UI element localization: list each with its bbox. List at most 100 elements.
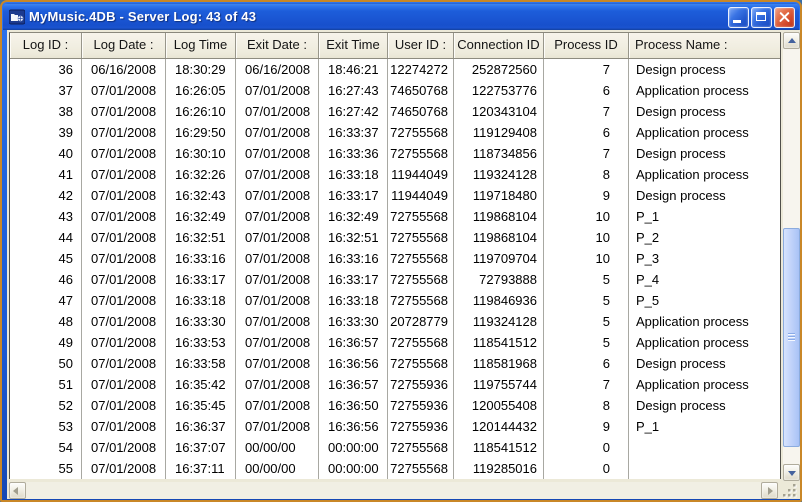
table-cell: 07/01/2008 bbox=[236, 80, 319, 101]
caption-buttons bbox=[728, 7, 795, 28]
database-app-icon[interactable] bbox=[9, 9, 25, 25]
scroll-left-button[interactable] bbox=[9, 482, 26, 499]
table-cell: 72755568 bbox=[388, 437, 454, 458]
table-cell: 06/16/2008 bbox=[236, 59, 319, 80]
table-cell: 07/01/2008 bbox=[82, 311, 166, 332]
close-icon[interactable] bbox=[774, 7, 795, 28]
table-cell: 41 bbox=[10, 164, 82, 185]
table-cell: 5 bbox=[544, 332, 629, 353]
table-cell: 119868104 bbox=[454, 206, 544, 227]
table-row[interactable]: 5407/01/200816:37:0700/00/0000:00:007275… bbox=[10, 437, 780, 458]
table-cell: 16:35:45 bbox=[166, 395, 236, 416]
table-row[interactable]: 4107/01/200816:32:2607/01/200816:33:1811… bbox=[10, 164, 780, 185]
table-cell: 16:36:50 bbox=[319, 395, 388, 416]
table-row[interactable]: 4007/01/200816:30:1007/01/200816:33:3672… bbox=[10, 143, 780, 164]
table-cell: Application process bbox=[629, 374, 780, 395]
table-cell: 16:36:57 bbox=[319, 332, 388, 353]
table-cell: 07/01/2008 bbox=[82, 332, 166, 353]
table-cell: 10 bbox=[544, 227, 629, 248]
table-cell: 119324128 bbox=[454, 164, 544, 185]
table-cell: 55 bbox=[10, 458, 82, 479]
table-cell: 16:33:37 bbox=[319, 122, 388, 143]
column-header-log-date[interactable]: Log Date : bbox=[82, 33, 166, 58]
table-cell: Application process bbox=[629, 164, 780, 185]
resize-grip-icon[interactable] bbox=[781, 482, 800, 499]
table-row[interactable]: 5007/01/200816:33:5807/01/200816:36:5672… bbox=[10, 353, 780, 374]
table-row[interactable]: 3707/01/200816:26:0507/01/200816:27:4374… bbox=[10, 80, 780, 101]
vertical-scrollbar[interactable] bbox=[783, 32, 800, 481]
table-row[interactable]: 3907/01/200816:29:5007/01/200816:33:3772… bbox=[10, 122, 780, 143]
table-cell: 46 bbox=[10, 269, 82, 290]
column-header-log-id[interactable]: Log ID : bbox=[10, 33, 82, 58]
table-cell: 07/01/2008 bbox=[82, 269, 166, 290]
table-row[interactable]: 4607/01/200816:33:1707/01/200816:33:1772… bbox=[10, 269, 780, 290]
table-cell: 72755568 bbox=[388, 122, 454, 143]
table-cell: 118734856 bbox=[454, 143, 544, 164]
scroll-up-button[interactable] bbox=[783, 32, 800, 49]
table-header-row: Log ID :Log Date :Log TimeExit Date :Exi… bbox=[10, 33, 780, 59]
table-row[interactable]: 4707/01/200816:33:1807/01/200816:33:1872… bbox=[10, 290, 780, 311]
table-cell: 5 bbox=[544, 290, 629, 311]
table-cell: 16:36:56 bbox=[319, 353, 388, 374]
table-cell: 45 bbox=[10, 248, 82, 269]
table-row[interactable]: 4207/01/200816:32:4307/01/200816:33:1711… bbox=[10, 185, 780, 206]
table-cell: 16:32:51 bbox=[166, 227, 236, 248]
table-cell: 5 bbox=[544, 311, 629, 332]
table-cell: 07/01/2008 bbox=[236, 290, 319, 311]
scroll-right-button[interactable] bbox=[761, 482, 778, 499]
table-row[interactable]: 5207/01/200816:35:4507/01/200816:36:5072… bbox=[10, 395, 780, 416]
horizontal-scrollbar[interactable] bbox=[9, 482, 778, 499]
table-cell: 16:32:43 bbox=[166, 185, 236, 206]
table-row[interactable]: 3606/16/200818:30:2906/16/200818:46:2112… bbox=[10, 59, 780, 80]
table-row[interactable]: 4807/01/200816:33:3007/01/200816:33:3020… bbox=[10, 311, 780, 332]
table-cell: 07/01/2008 bbox=[236, 395, 319, 416]
column-header-log-time[interactable]: Log Time bbox=[166, 33, 236, 58]
table-cell: P_2 bbox=[629, 227, 780, 248]
table-cell: 37 bbox=[10, 80, 82, 101]
table-cell: 118541512 bbox=[454, 332, 544, 353]
table-row[interactable]: 4907/01/200816:33:5307/01/200816:36:5772… bbox=[10, 332, 780, 353]
scroll-down-button[interactable] bbox=[783, 464, 800, 481]
column-header-process-name[interactable]: Process Name : bbox=[629, 33, 780, 58]
table-cell: 120144432 bbox=[454, 416, 544, 437]
maximize-glyph bbox=[756, 12, 766, 21]
chevron-down-icon bbox=[788, 471, 796, 476]
table-cell: 119709704 bbox=[454, 248, 544, 269]
table-cell: 16:33:17 bbox=[319, 269, 388, 290]
table-row[interactable]: 5507/01/200816:37:1100/00/0000:00:007275… bbox=[10, 458, 780, 479]
table-cell: 16:37:07 bbox=[166, 437, 236, 458]
table-cell: 16:36:56 bbox=[319, 416, 388, 437]
table-cell: 07/01/2008 bbox=[82, 437, 166, 458]
maximize-icon[interactable] bbox=[751, 7, 772, 28]
table-row[interactable]: 4507/01/200816:33:1607/01/200816:33:1672… bbox=[10, 248, 780, 269]
table-cell: 16:33:18 bbox=[319, 164, 388, 185]
table-cell: 07/01/2008 bbox=[82, 143, 166, 164]
column-header-exit-date[interactable]: Exit Date : bbox=[236, 33, 319, 58]
column-header-connection-id[interactable]: Connection ID bbox=[454, 33, 544, 58]
table-cell: Design process bbox=[629, 395, 780, 416]
table-row[interactable]: 3807/01/200816:26:1007/01/200816:27:4274… bbox=[10, 101, 780, 122]
titlebar[interactable]: MyMusic.4DB - Server Log: 43 of 43 bbox=[3, 3, 799, 30]
table-row[interactable]: 5307/01/200816:36:3707/01/200816:36:5672… bbox=[10, 416, 780, 437]
column-header-exit-time[interactable]: Exit Time bbox=[319, 33, 388, 58]
table-cell: 72755568 bbox=[388, 458, 454, 479]
table-cell: 16:33:53 bbox=[166, 332, 236, 353]
table-row[interactable]: 4407/01/200816:32:5107/01/200816:32:5172… bbox=[10, 227, 780, 248]
table-cell: 72755568 bbox=[388, 269, 454, 290]
table-cell: Application process bbox=[629, 80, 780, 101]
table-cell: 16:36:37 bbox=[166, 416, 236, 437]
table-cell: 36 bbox=[10, 59, 82, 80]
table-cell: 40 bbox=[10, 143, 82, 164]
minimize-icon[interactable] bbox=[728, 7, 749, 28]
table-cell: Application process bbox=[629, 311, 780, 332]
table-cell: 0 bbox=[544, 458, 629, 479]
table-cell: 07/01/2008 bbox=[236, 227, 319, 248]
table-cell: 07/01/2008 bbox=[82, 374, 166, 395]
vertical-scrollbar-thumb[interactable] bbox=[783, 228, 800, 447]
table-row[interactable]: 5107/01/200816:35:4207/01/200816:36:5772… bbox=[10, 374, 780, 395]
table-cell bbox=[629, 437, 780, 458]
table-cell: 6 bbox=[544, 122, 629, 143]
table-row[interactable]: 4307/01/200816:32:4907/01/200816:32:4972… bbox=[10, 206, 780, 227]
column-header-process-id[interactable]: Process ID bbox=[544, 33, 629, 58]
column-header-user-id[interactable]: User ID : bbox=[388, 33, 454, 58]
